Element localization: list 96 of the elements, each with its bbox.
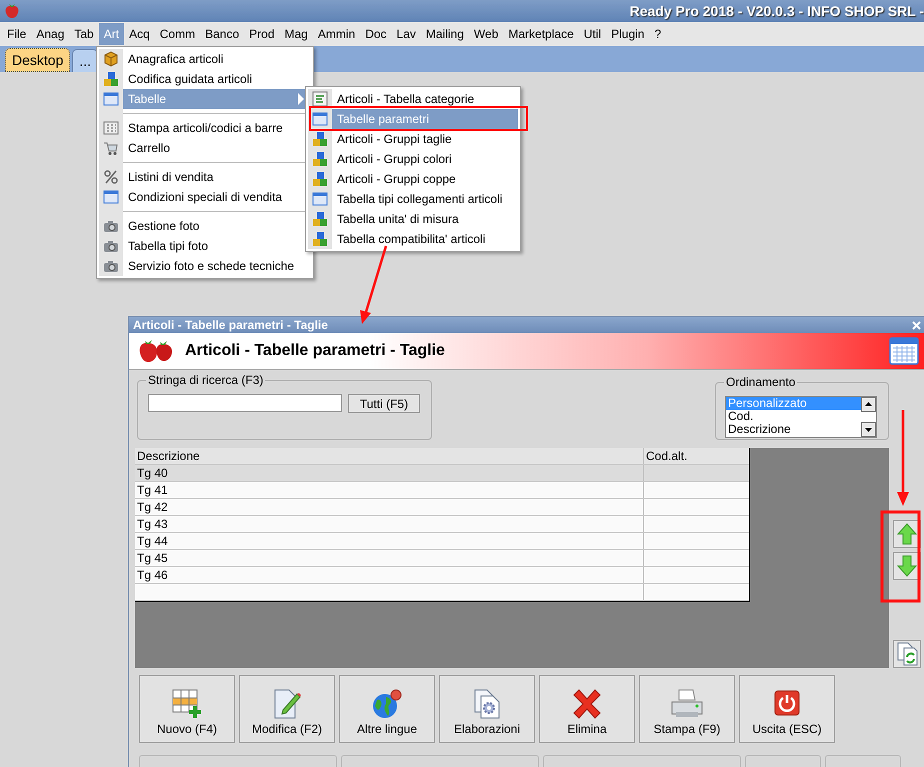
menu-item[interactable]: Acq	[124, 23, 155, 45]
close-icon[interactable]	[912, 320, 921, 330]
menu-item[interactable]: Marketplace	[503, 23, 579, 45]
table-row[interactable]: Tg 45	[135, 550, 749, 567]
sort-option[interactable]: Cod.	[726, 410, 861, 423]
menu-item[interactable]: Web	[468, 23, 504, 45]
calendar-icon	[889, 337, 919, 366]
menu-item[interactable]: Anag	[31, 23, 70, 45]
blocks-icon	[103, 71, 119, 87]
toolbar-button[interactable]: Modifica (F2)	[239, 675, 335, 743]
dialog-title: Articoli - Tabelle parametri - Taglie	[133, 318, 328, 332]
toolbar-button[interactable]: Stampa (F9)	[639, 675, 735, 743]
blocks-icon	[312, 231, 328, 247]
camera-icon	[103, 238, 119, 254]
menu-option[interactable]: Tabella compatibilita' articoli	[308, 229, 518, 249]
table-icon	[312, 111, 328, 127]
menu-item[interactable]: Ammin	[312, 23, 360, 45]
menu-item[interactable]: Prod	[244, 23, 280, 45]
menu-option[interactable]: Condizioni speciali di vendita	[99, 187, 311, 207]
table-icon	[312, 191, 328, 207]
refresh-document-icon	[896, 642, 918, 666]
menu-option[interactable]: Articoli - Gruppi taglie	[308, 129, 518, 149]
menu-option[interactable]: Tabella tipi collegamenti articoli	[308, 189, 518, 209]
scroll-up-icon[interactable]	[861, 397, 876, 412]
menu-item[interactable]: Util	[578, 23, 606, 45]
table-cell: Tg 42	[135, 499, 644, 515]
menu-option[interactable]: Articoli - Gruppi coppe	[308, 169, 518, 189]
list-icon	[312, 91, 328, 107]
grid-plus-icon	[171, 688, 203, 720]
desktop-tab[interactable]: Desktop	[5, 48, 70, 72]
group-label: Ordinamento	[724, 375, 798, 389]
camera-icon	[103, 258, 119, 274]
down-arrow-icon	[897, 555, 917, 577]
grid-icon	[103, 120, 119, 136]
toolbar-button[interactable]: Elimina	[539, 675, 635, 743]
window-title: Ready Pro 2018 - V20.0.3 - INFO SHOP SRL -	[630, 3, 924, 19]
blocks-icon	[312, 131, 328, 147]
column-header[interactable]: Cod.alt.	[644, 448, 749, 464]
table-cell: Tg 41	[135, 482, 644, 498]
toolbar-button[interactable]: Elaborazioni	[439, 675, 535, 743]
toolbar-button[interactable]: Altre lingue	[339, 675, 435, 743]
table-icon	[103, 189, 119, 205]
menu-item[interactable]: Mag	[280, 23, 313, 45]
table-cell: Tg 43	[135, 516, 644, 532]
scroll-down-icon[interactable]	[861, 422, 876, 437]
menu-option[interactable]: Anagrafica articoli	[99, 49, 311, 69]
search-field[interactable]	[148, 394, 342, 412]
table-row[interactable]: Tg 46	[135, 567, 749, 584]
menu-option[interactable]: Articoli - Gruppi colori	[308, 149, 518, 169]
desktop-tab[interactable]: ...	[72, 49, 98, 72]
menu-option[interactable]: Carrello	[99, 138, 311, 158]
menu-option[interactable]: Servizio foto e schede tecniche	[99, 256, 311, 276]
table-row[interactable]: Tg 44	[135, 533, 749, 550]
blocks-icon	[312, 151, 328, 167]
table-icon	[103, 91, 119, 107]
menu-option[interactable]: Codifica guidata articoli	[99, 69, 311, 89]
cart-icon	[103, 140, 119, 156]
table-row[interactable]: Tg 41	[135, 482, 749, 499]
sort-option[interactable]: Descrizione	[726, 423, 861, 436]
table-row[interactable]: Tg 40	[135, 465, 749, 482]
strawberry-icon	[4, 2, 20, 20]
menu-item[interactable]: Banco	[200, 23, 244, 45]
dialog-heading: Articoli - Tabelle parametri - Taglie	[185, 342, 445, 360]
all-button[interactable]: Tutti (F5)	[348, 394, 420, 413]
table-cell: Tg 46	[135, 567, 644, 583]
menu-item[interactable]: Mailing	[420, 23, 469, 45]
table-row[interactable]: Tg 42	[135, 499, 749, 516]
menu-item[interactable]: Tab	[69, 23, 99, 45]
blocks-icon	[312, 171, 328, 187]
menu-item[interactable]: Doc	[360, 23, 392, 45]
menu-item[interactable]: Lav	[392, 23, 421, 45]
package-icon	[103, 51, 119, 67]
cross-icon	[571, 688, 603, 720]
table-cell: Tg 44	[135, 533, 644, 549]
globe-icon	[371, 688, 403, 720]
menu-item[interactable]: ?	[649, 23, 666, 45]
menu-item[interactable]: Plugin	[606, 23, 650, 45]
table-row[interactable]: Tg 43	[135, 516, 749, 533]
group-label: Stringa di ricerca (F3)	[146, 373, 266, 387]
refresh-button[interactable]	[893, 640, 921, 668]
menu-option[interactable]: Tabella tipi foto	[99, 236, 311, 256]
toolbar-button[interactable]: Nuovo (F4)	[139, 675, 235, 743]
column-header[interactable]: Descrizione	[135, 448, 644, 464]
power-icon	[772, 688, 802, 718]
menu-option[interactable]: Tabella unita' di misura	[308, 209, 518, 229]
blocks-icon	[312, 211, 328, 227]
menu-option[interactable]: Articoli - Tabella categorie	[308, 89, 518, 109]
table-cell: Tg 45	[135, 550, 644, 566]
printer-icon	[670, 688, 704, 720]
up-arrow-icon	[897, 523, 917, 545]
percent-icon	[103, 169, 119, 185]
menu-item[interactable]: Comm	[154, 23, 200, 45]
camera-icon	[103, 218, 119, 234]
menu-item[interactable]: File	[2, 23, 32, 45]
table-cell: Tg 40	[135, 465, 644, 481]
toolbar-button[interactable]: Uscita (ESC)	[739, 675, 835, 743]
